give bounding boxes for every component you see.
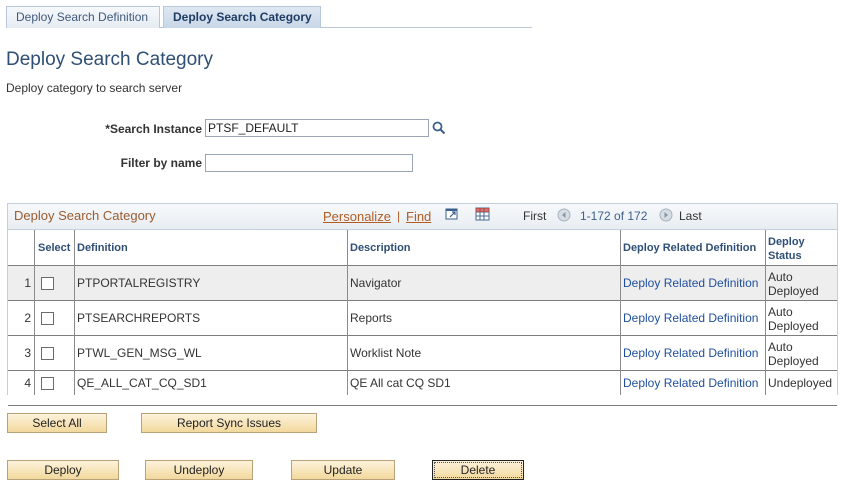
status-line1: Undeployed — [768, 376, 833, 390]
filter-by-name-input[interactable] — [205, 154, 413, 172]
deploy-related-definition-link[interactable]: Deploy Related Definition — [623, 346, 758, 360]
column-divider — [620, 230, 621, 395]
search-instance-label: *Search Instance — [100, 122, 202, 136]
select-checkbox[interactable] — [41, 312, 54, 325]
column-divider — [74, 230, 75, 395]
deploy-status-cell: Auto Deployed — [768, 340, 819, 368]
column-divider — [765, 230, 766, 395]
status-line2: Deployed — [768, 319, 819, 333]
zoom-icon[interactable] — [445, 207, 459, 221]
page-subtitle: Deploy category to search server — [6, 81, 183, 95]
status-line2: Deployed — [768, 354, 819, 368]
first-label[interactable]: First — [523, 209, 546, 223]
status-line2: Deployed — [768, 284, 819, 298]
description-cell: Reports — [350, 311, 393, 325]
column-header-select: Select — [38, 242, 71, 254]
report-sync-issues-button[interactable]: Report Sync Issues — [141, 413, 317, 433]
next-arrow-icon[interactable] — [659, 208, 673, 222]
description-cell: Worklist Note — [350, 346, 422, 360]
deploy-status-cell: Auto Deployed — [768, 305, 819, 333]
row-range: 1-172 of 172 — [580, 209, 648, 223]
personalize-link[interactable]: Personalize — [323, 209, 391, 224]
column-header-definition[interactable]: Definition — [77, 242, 128, 254]
last-label[interactable]: Last — [679, 209, 702, 223]
deploy-button[interactable]: Deploy — [7, 460, 119, 480]
link-separator: | — [397, 209, 401, 223]
row-number: 3 — [24, 346, 31, 360]
magnifier-icon[interactable] — [432, 121, 446, 135]
deploy-related-definition-link[interactable]: Deploy Related Definition — [623, 311, 758, 325]
deploy-status-cell: Auto Deployed — [768, 270, 819, 298]
delete-button[interactable]: Delete — [432, 460, 524, 480]
definition-cell: PTWL_GEN_MSG_WL — [77, 346, 202, 360]
deploy-related-definition-link[interactable]: Deploy Related Definition — [623, 376, 758, 390]
previous-arrow-icon[interactable] — [557, 208, 571, 222]
search-instance-label-text: Search Instance — [109, 122, 202, 136]
column-header-status[interactable]: Deploy Status — [768, 235, 805, 263]
select-all-button[interactable]: Select All — [7, 413, 107, 433]
undeploy-button[interactable]: Undeploy — [145, 460, 253, 480]
column-header-description[interactable]: Description — [350, 242, 411, 254]
status-header-line2: Status — [768, 250, 802, 262]
tab-deploy-search-category[interactable]: Deploy Search Category — [163, 6, 321, 28]
status-line1: Auto — [768, 340, 793, 354]
description-cell: QE All cat CQ SD1 — [350, 376, 451, 390]
grid-title: Deploy Search Category — [14, 208, 156, 223]
update-button[interactable]: Update — [291, 460, 395, 480]
status-line1: Auto — [768, 270, 793, 284]
deploy-related-definition-link[interactable]: Deploy Related Definition — [623, 276, 758, 290]
column-divider — [34, 230, 35, 395]
column-divider — [347, 230, 348, 395]
search-instance-input[interactable] — [205, 119, 429, 137]
filter-by-name-label: Filter by name — [120, 156, 202, 170]
definition-cell: PTSEARCHREPORTS — [77, 311, 201, 325]
select-checkbox[interactable] — [41, 347, 54, 360]
deploy-status-cell: Undeployed — [768, 376, 832, 390]
page-title: Deploy Search Category — [6, 49, 213, 70]
status-line1: Auto — [768, 305, 793, 319]
description-cell: Navigator — [350, 276, 402, 290]
definition-cell: PTPORTALREGISTRY — [77, 276, 201, 290]
select-checkbox[interactable] — [41, 277, 54, 290]
find-link[interactable]: Find — [406, 209, 431, 224]
definition-cell: QE_ALL_CAT_CQ_SD1 — [77, 376, 207, 390]
download-grid-icon[interactable] — [475, 207, 491, 222]
row-number: 4 — [24, 376, 31, 390]
select-checkbox[interactable] — [41, 377, 54, 390]
row-number: 1 — [24, 276, 31, 290]
tab-deploy-search-definition[interactable]: Deploy Search Definition — [6, 6, 160, 28]
column-header-related: Deploy Related Definition — [623, 242, 757, 254]
status-header-line1: Deploy — [768, 236, 805, 248]
row-number: 2 — [24, 311, 31, 325]
